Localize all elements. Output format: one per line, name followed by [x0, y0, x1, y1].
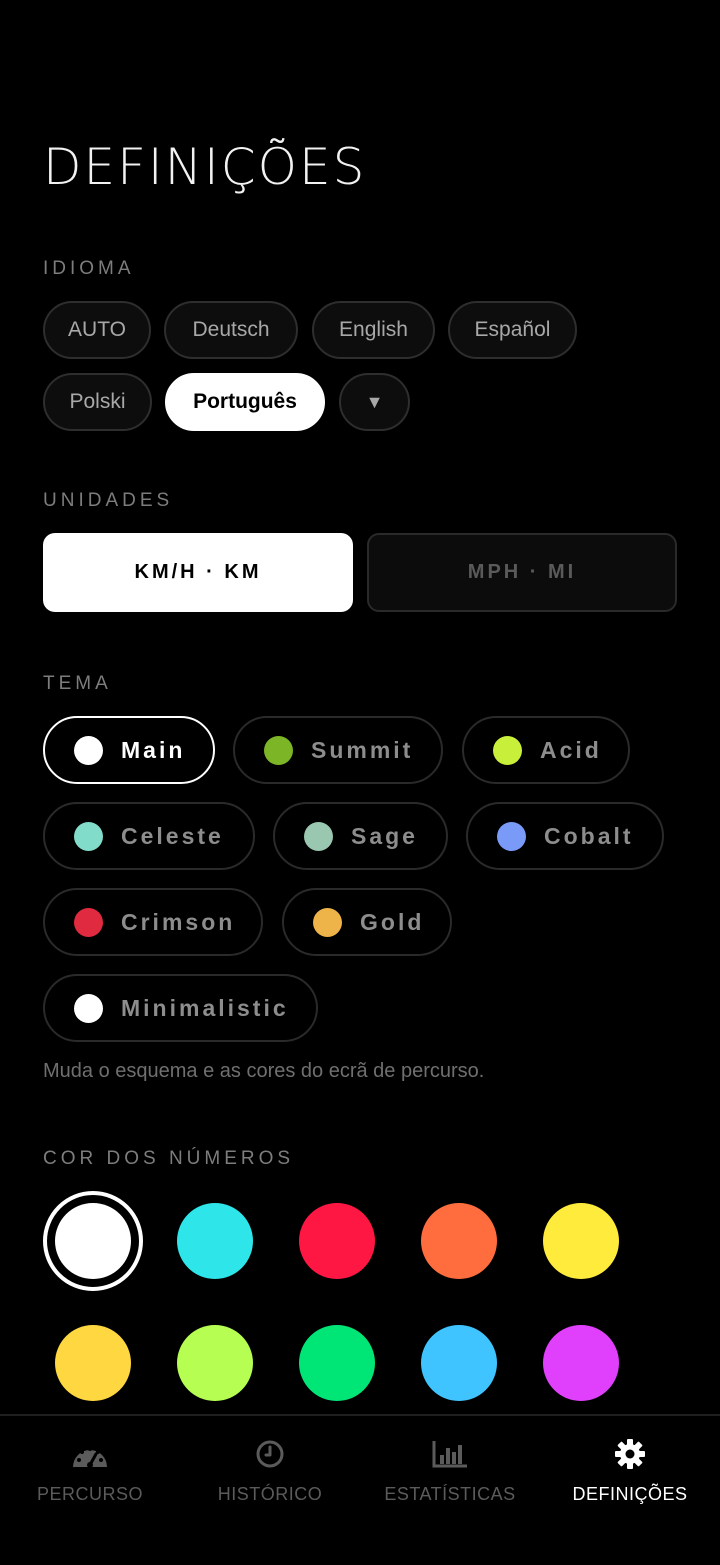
language-option-deutsch[interactable]: Deutsch [164, 301, 298, 359]
tab-historico[interactable]: HISTÓRICO [180, 1416, 360, 1516]
bottom-tab-bar: PERCURSO HISTÓRICO ESTATÍSTICAS DEFINIÇÕ… [0, 1414, 720, 1565]
theme-option-label: Minimalistic [121, 994, 289, 1021]
number-color-swatch-white[interactable] [55, 1203, 131, 1279]
theme-option-label: Sage [351, 822, 418, 849]
theme-color-dot [313, 907, 342, 937]
unit-mph-button[interactable]: MPH · MI [367, 533, 677, 612]
number-color-swatch-sky[interactable] [421, 1325, 497, 1401]
language-option-espanol[interactable]: Español [448, 301, 577, 359]
tab-definicoes[interactable]: DEFINIÇÕES [540, 1416, 720, 1516]
theme-color-dot [497, 821, 526, 851]
language-option-auto[interactable]: AUTO [43, 301, 151, 359]
tab-label: HISTÓRICO [217, 1484, 323, 1504]
theme-option-summit[interactable]: Summit [233, 716, 443, 784]
number-color-swatch-yellow[interactable] [543, 1203, 619, 1279]
theme-option-label: Celeste [121, 822, 224, 849]
number-color-section-label: COR DOS NÚMEROS [43, 1148, 295, 1169]
theme-option-gold[interactable]: Gold [282, 888, 452, 956]
theme-option-celeste[interactable]: Celeste [43, 802, 255, 870]
theme-color-dot [493, 735, 522, 765]
theme-option-label: Main [121, 736, 186, 763]
chevron-down-icon: ▼ [365, 391, 384, 412]
theme-color-dot [264, 735, 293, 765]
language-option-portugues[interactable]: Português [165, 373, 325, 431]
theme-color-dot [74, 821, 103, 851]
clock-icon [250, 1436, 290, 1472]
number-color-swatch-cyan[interactable] [177, 1203, 253, 1279]
theme-option-label: Gold [360, 908, 425, 935]
tab-label: DEFINIÇÕES [572, 1484, 688, 1504]
theme-color-dot [304, 821, 333, 851]
theme-section-label: TEMA [43, 673, 112, 694]
theme-option-label: Acid [540, 736, 602, 763]
theme-option-acid[interactable]: Acid [462, 716, 630, 784]
language-section-label: IDIOMA [43, 258, 135, 279]
number-color-swatch-green[interactable] [299, 1325, 375, 1401]
number-color-swatch-amber[interactable] [55, 1325, 131, 1401]
language-more-button[interactable]: ▼ [339, 373, 410, 431]
theme-option-main[interactable]: Main [43, 716, 215, 784]
number-color-swatch-red[interactable] [299, 1203, 375, 1279]
tab-percurso[interactable]: PERCURSO [0, 1416, 180, 1516]
theme-option-crimson[interactable]: Crimson [43, 888, 263, 956]
theme-color-dot [74, 735, 103, 765]
page-title: DEFINIÇÕES [43, 138, 367, 196]
unit-kmh-button[interactable]: KM/H · KM [43, 533, 353, 612]
units-section-label: UNIDADES [43, 490, 174, 511]
theme-option-label: Cobalt [544, 822, 634, 849]
theme-option-label: Summit [311, 736, 414, 763]
theme-hint-text: Muda o esquema e as cores do ecrã de per… [43, 1060, 485, 1082]
theme-option-cobalt[interactable]: Cobalt [466, 802, 664, 870]
theme-option-minimalistic[interactable]: Minimalistic [43, 974, 318, 1042]
theme-option-sage[interactable]: Sage [273, 802, 448, 870]
number-color-swatch-orange[interactable] [421, 1203, 497, 1279]
tab-estatisticas[interactable]: ESTATÍSTICAS [360, 1416, 540, 1516]
language-option-english[interactable]: English [312, 301, 435, 359]
number-color-swatch-lime[interactable] [177, 1325, 253, 1401]
bar-chart-icon [430, 1436, 470, 1472]
theme-color-dot [74, 907, 103, 937]
tab-label: PERCURSO [36, 1484, 143, 1504]
gear-icon [610, 1436, 650, 1472]
theme-option-label: Crimson [121, 908, 236, 935]
number-color-swatch-magenta[interactable] [543, 1325, 619, 1401]
speedometer-icon [70, 1436, 110, 1472]
theme-color-dot [74, 993, 103, 1023]
language-option-polski[interactable]: Polski [43, 373, 152, 431]
tab-label: ESTATÍSTICAS [384, 1484, 516, 1504]
